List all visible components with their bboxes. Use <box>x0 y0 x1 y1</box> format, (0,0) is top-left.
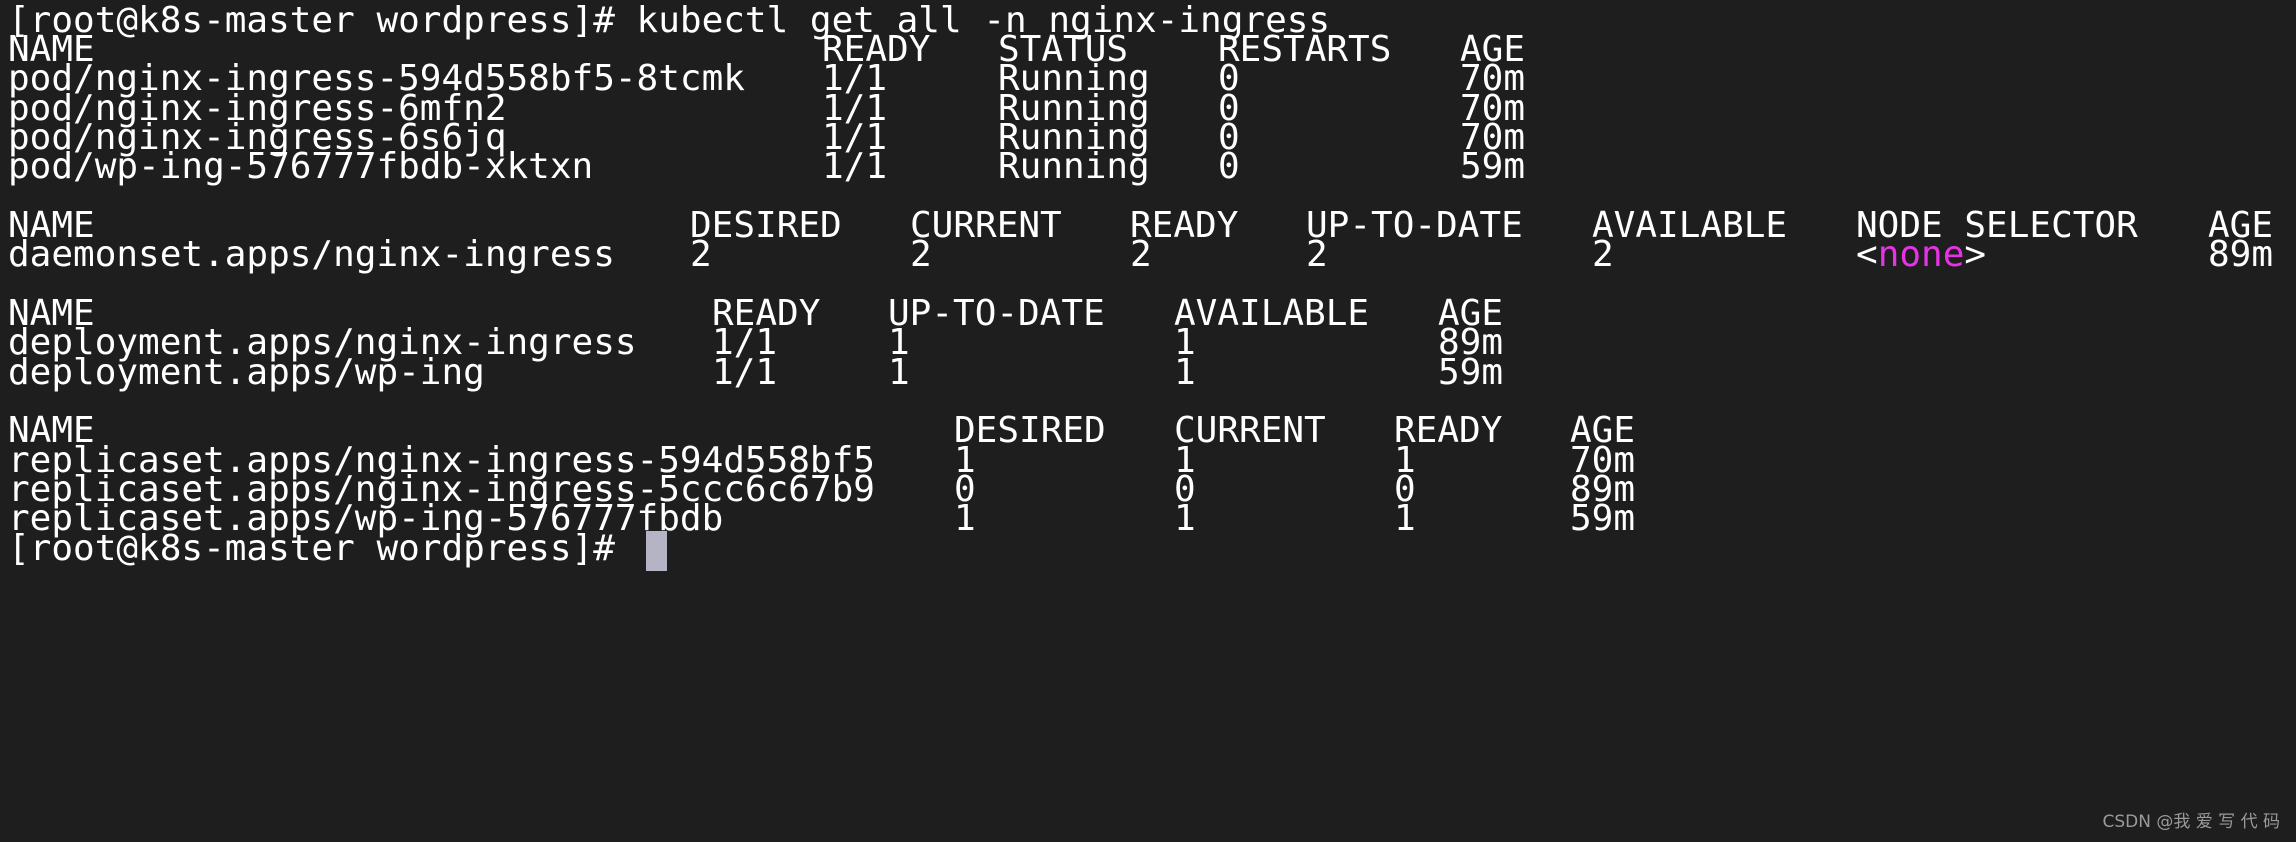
terminal-window[interactable]: [root@k8s-master wordpress]# kubectl get… <box>0 0 2296 842</box>
replicaset-current: 1 <box>1174 498 1196 539</box>
deployment-available: 1 <box>1174 352 1196 393</box>
selector-close-bracket: > <box>1964 234 1987 275</box>
daemonset-node-selector: <none> <box>1856 234 1986 276</box>
replicaset-age: 59m <box>1570 498 1636 539</box>
watermark: CSDN @我 爱 写 代 码 <box>2102 812 2281 832</box>
column-header: DESIRED <box>954 410 1106 451</box>
daemonset-name: daemonset.apps/nginx-ingress <box>8 234 615 275</box>
column-header: RESTARTS <box>1218 29 1392 70</box>
pod-name: pod/wp-ing-576777fbdb-xktxn <box>8 146 594 187</box>
daemonset-current: 2 <box>910 234 932 275</box>
selector-value: none <box>1877 234 1965 275</box>
pod-age: 59m <box>1460 146 1526 187</box>
deployment-name: deployment.apps/wp-ing <box>8 352 485 393</box>
terminal-cursor[interactable] <box>646 531 667 571</box>
replicaset-desired: 1 <box>954 498 976 539</box>
pod-ready: 1/1 <box>822 146 888 187</box>
prompt-line[interactable]: [root@k8s-master wordpress]# <box>8 528 667 571</box>
command-text: [root@k8s-master wordpress]# kubectl get… <box>8 0 1331 41</box>
column-header: CURRENT <box>910 205 1062 246</box>
daemonset-age: 89m <box>2208 234 2274 275</box>
table-row: deployment.apps/wp-ing 1/1 1 1 59m <box>8 352 1503 394</box>
deployment-up-to-date: 1 <box>888 352 910 393</box>
pod-restarts: 0 <box>1218 146 1240 187</box>
column-header: UP-TO-DATE <box>1306 205 1523 246</box>
deployment-age: 59m <box>1438 352 1504 393</box>
deployment-ready: 1/1 <box>712 352 778 393</box>
shell-prompt: [root@k8s-master wordpress]# <box>8 528 615 569</box>
daemonset-desired: 2 <box>690 234 712 275</box>
pod-status: Running <box>998 146 1150 187</box>
replicaset-ready: 1 <box>1394 498 1416 539</box>
daemonset-up-to-date: 2 <box>1306 234 1328 275</box>
table-row: daemonset.apps/nginx-ingress 2 2 2 2 2 <… <box>8 234 2273 276</box>
column-header: AVAILABLE <box>1174 293 1370 334</box>
column-header: UP-TO-DATE <box>888 293 1105 334</box>
column-header: AVAILABLE <box>1592 205 1788 246</box>
daemonset-ready: 2 <box>1130 234 1152 275</box>
column-header: DESIRED <box>690 205 842 246</box>
daemonset-available: 2 <box>1592 234 1614 275</box>
table-row: pod/wp-ing-576777fbdb-xktxn 1/1 Running … <box>8 146 1525 188</box>
column-header: CURRENT <box>1174 410 1326 451</box>
selector-open-bracket: < <box>1856 234 1878 275</box>
